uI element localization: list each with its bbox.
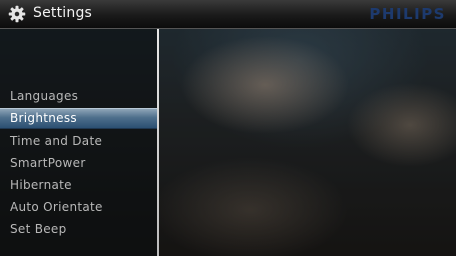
page-title: Settings — [33, 5, 93, 21]
menu-item-smartpower[interactable]: SmartPower — [0, 152, 157, 174]
title-bar: Settings PHILIPS — [0, 0, 456, 29]
gear-icon — [8, 5, 26, 23]
panel-divider — [157, 29, 159, 256]
menu-item-brightness[interactable]: Brightness — [0, 108, 157, 129]
menu-item-languages[interactable]: Languages — [0, 85, 157, 107]
brand-logo: PHILIPS — [369, 5, 446, 23]
menu-item-time-and-date[interactable]: Time and Date — [0, 130, 157, 152]
menu-item-hibernate[interactable]: Hibernate — [0, 174, 157, 196]
menu-item-set-beep[interactable]: Set Beep — [0, 218, 157, 240]
menu-item-auto-orientate[interactable]: Auto Orientate — [0, 196, 157, 218]
settings-screen: Settings PHILIPS Languages Brightness Ti… — [0, 0, 456, 256]
settings-menu: Languages Brightness Time and Date Smart… — [0, 85, 157, 240]
